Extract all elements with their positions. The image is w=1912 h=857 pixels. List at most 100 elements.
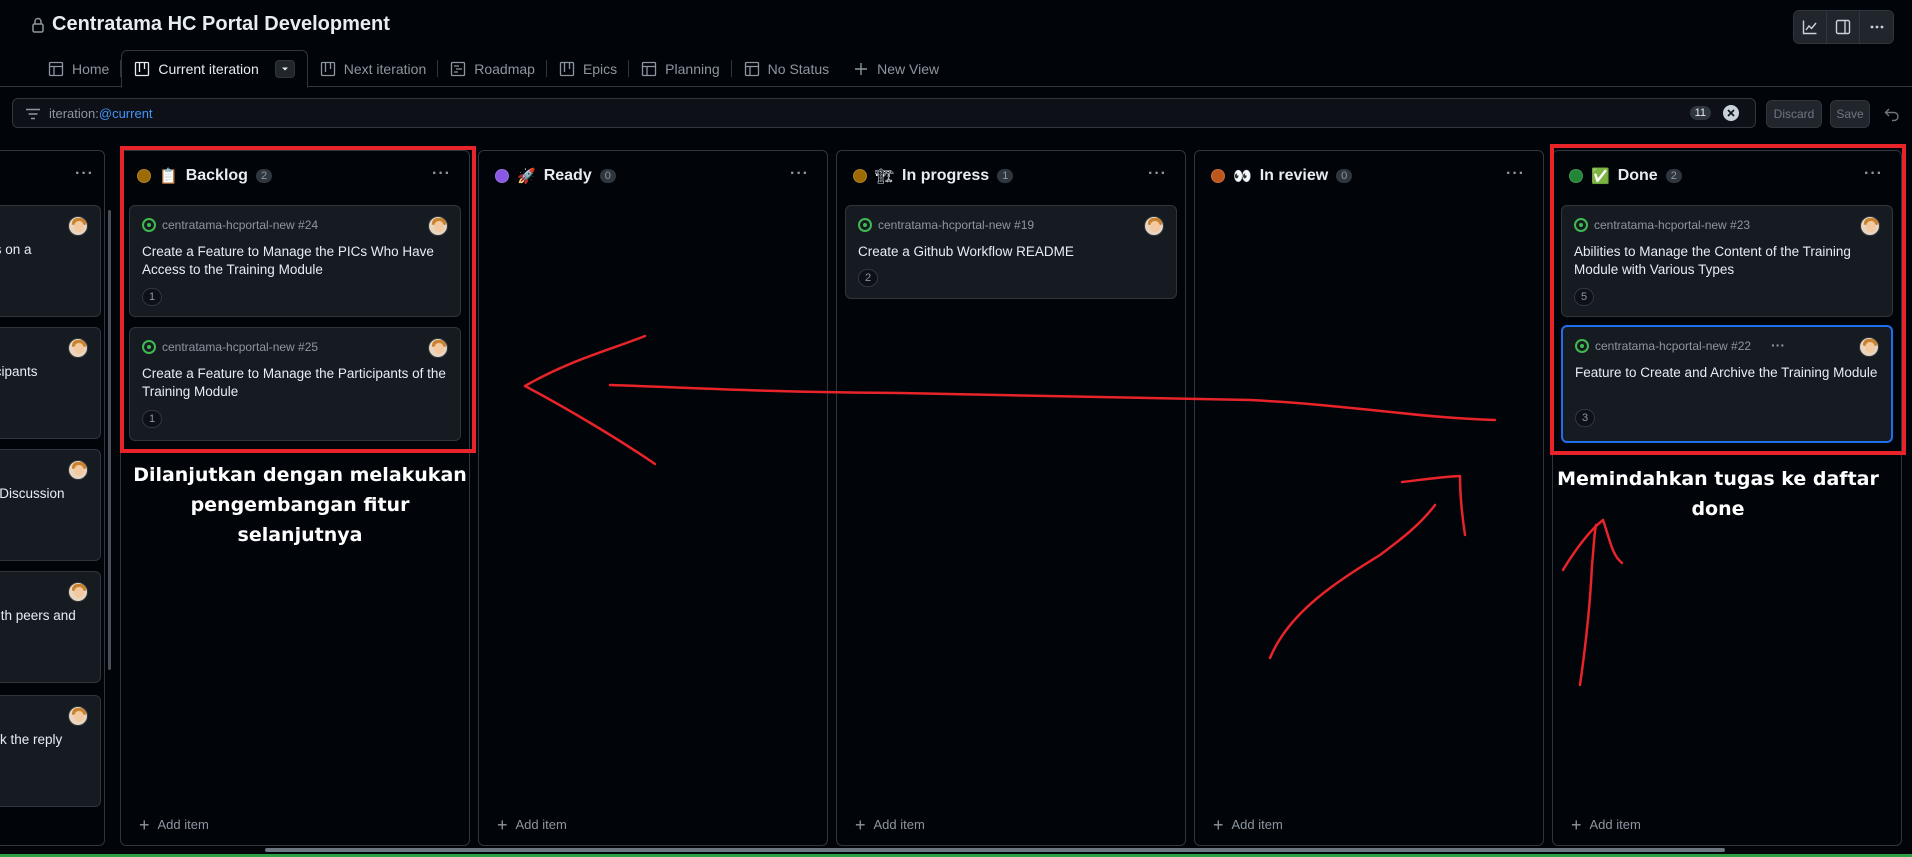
tab-label: Planning [665, 60, 720, 77]
project-header: Centratama HC Portal Development Home Cu… [0, 0, 1912, 88]
card-title[interactable]: Create a Github Workflow README [858, 243, 1168, 261]
roadmap-icon [451, 61, 466, 76]
annotation-note-left: Dilanjutkan dengan melakukan pengembanga… [133, 464, 467, 546]
column-title: In review [1259, 167, 1329, 184]
column-header: 🏗 In progress 1 [853, 167, 1014, 185]
column-title: Ready [543, 167, 592, 184]
avatar [68, 460, 88, 480]
add-item-button[interactable]: + Add item [1571, 814, 1641, 835]
column-scrollbar[interactable] [108, 210, 111, 670]
insights-button[interactable] [1794, 11, 1827, 43]
table-icon [744, 61, 759, 76]
add-item-label: Add item [515, 817, 567, 832]
header-actions [1793, 10, 1894, 44]
side-panel-button[interactable] [1827, 11, 1860, 43]
table-icon [48, 61, 64, 76]
column-menu-button[interactable]: ··· [75, 165, 94, 183]
project-title: Centratama HC Portal Development [52, 13, 390, 35]
card-title: ark the reply [0, 732, 63, 747]
column-count: 1 [997, 169, 1014, 183]
avatar-face [74, 587, 84, 598]
column-header: 👀 In review 0 [1211, 167, 1353, 185]
tab-new-view[interactable]: New View [841, 50, 951, 87]
add-item-button[interactable]: + Add item [139, 816, 209, 834]
plus-icon: + [855, 814, 866, 835]
filter-icon [26, 108, 40, 120]
card-title: ticipants [0, 364, 38, 379]
tab-label: No Status [767, 60, 830, 77]
status-dot [1211, 169, 1225, 183]
tab-label: New View [877, 60, 940, 77]
column-header: 🚀 Ready 0 [495, 167, 616, 185]
issue-open-icon [858, 218, 872, 232]
plus-icon: + [1571, 814, 1582, 835]
status-dot [495, 169, 509, 183]
tab-epics[interactable]: Epics [547, 50, 630, 87]
filter-value: @current [98, 106, 153, 121]
filter-result-count: 11 [1689, 106, 1711, 120]
column-menu-button[interactable]: ··· [1148, 165, 1167, 183]
view-options-dropdown[interactable] [274, 60, 295, 78]
add-item-button[interactable]: + Add item [497, 814, 567, 835]
column-title: In progress [902, 167, 990, 184]
tab-roadmap[interactable]: Roadmap [438, 50, 547, 87]
add-item-button[interactable]: + Add item [855, 814, 925, 835]
avatar [68, 582, 88, 602]
board-icon [320, 61, 335, 76]
undo-icon[interactable] [1884, 106, 1900, 122]
add-item-label: Add item [873, 817, 925, 832]
card-repo: centratama-hcportal-new #19 [878, 218, 1035, 232]
filter-qualifier: iteration: [49, 106, 99, 121]
card[interactable]: ss on a [0, 205, 101, 317]
save-button[interactable]: Save [1830, 100, 1870, 128]
card[interactable]: ticipants [0, 327, 101, 439]
horizontal-scrollbar[interactable] [265, 848, 1725, 852]
filter-input[interactable]: iteration:@current 11 [12, 98, 1756, 128]
tab-current-iteration[interactable]: Current iteration [121, 50, 308, 88]
discard-button[interactable]: Discard [1766, 100, 1822, 128]
add-item-button[interactable]: + Add item [1213, 816, 1283, 834]
estimate-badge: 2 [858, 269, 878, 287]
board-icon [559, 61, 575, 76]
card[interactable]: ark the reply [0, 695, 101, 807]
avatar-face [74, 343, 84, 354]
clear-filter-button[interactable] [1723, 105, 1739, 121]
avatar-face [74, 221, 84, 232]
avatar [68, 216, 88, 236]
card-title: with peers and [0, 608, 76, 623]
column-menu-button[interactable]: ··· [1506, 165, 1525, 183]
plus-icon [855, 62, 868, 75]
more-options-button[interactable] [1860, 11, 1893, 43]
column-partial: ··· ss on a ticipants n Discussion with … [0, 150, 105, 846]
tab-next-iteration[interactable]: Next iteration [308, 50, 439, 87]
tab-label: Next iteration [343, 60, 427, 77]
card-title: n Discussion [0, 486, 65, 501]
tab-no-status[interactable]: No Status [732, 50, 841, 87]
tab-label: Epics [582, 60, 618, 77]
avatar-face [74, 711, 84, 722]
tab-label: Home [72, 60, 110, 77]
annotation-note-right: Memindahkan tugas ke daftar done [1557, 468, 1879, 520]
view-tabs: Home Current iteration Next iteration Ro… [36, 50, 951, 88]
card[interactable]: centratama-hcportal-new #19 Create a Git… [845, 205, 1177, 299]
table-icon [642, 61, 657, 76]
column-menu-button[interactable]: ··· [790, 165, 809, 183]
avatar [68, 706, 88, 726]
status-dot [853, 169, 867, 183]
tab-home[interactable]: Home [36, 50, 122, 87]
eyes-icon: 👀 [1233, 168, 1252, 185]
tab-label: Roadmap [474, 60, 535, 77]
column-count: 0 [599, 169, 616, 183]
rocket-icon: 🚀 [517, 168, 536, 185]
project-board-page: Centratama HC Portal Development Home Cu… [0, 0, 1912, 857]
avatar[interactable] [1144, 216, 1164, 236]
column-in-review: 👀 In review 0 ··· + Add item [1194, 150, 1544, 846]
card[interactable]: with peers and [0, 571, 101, 683]
kebab-horizontal-icon [1870, 25, 1883, 29]
plus-icon: + [497, 814, 508, 835]
add-item-label: Add item [157, 817, 209, 832]
card[interactable]: n Discussion [0, 449, 101, 561]
triangle-down-icon [281, 67, 288, 71]
tab-planning[interactable]: Planning [629, 50, 732, 87]
card-title: ss on a [0, 242, 32, 257]
